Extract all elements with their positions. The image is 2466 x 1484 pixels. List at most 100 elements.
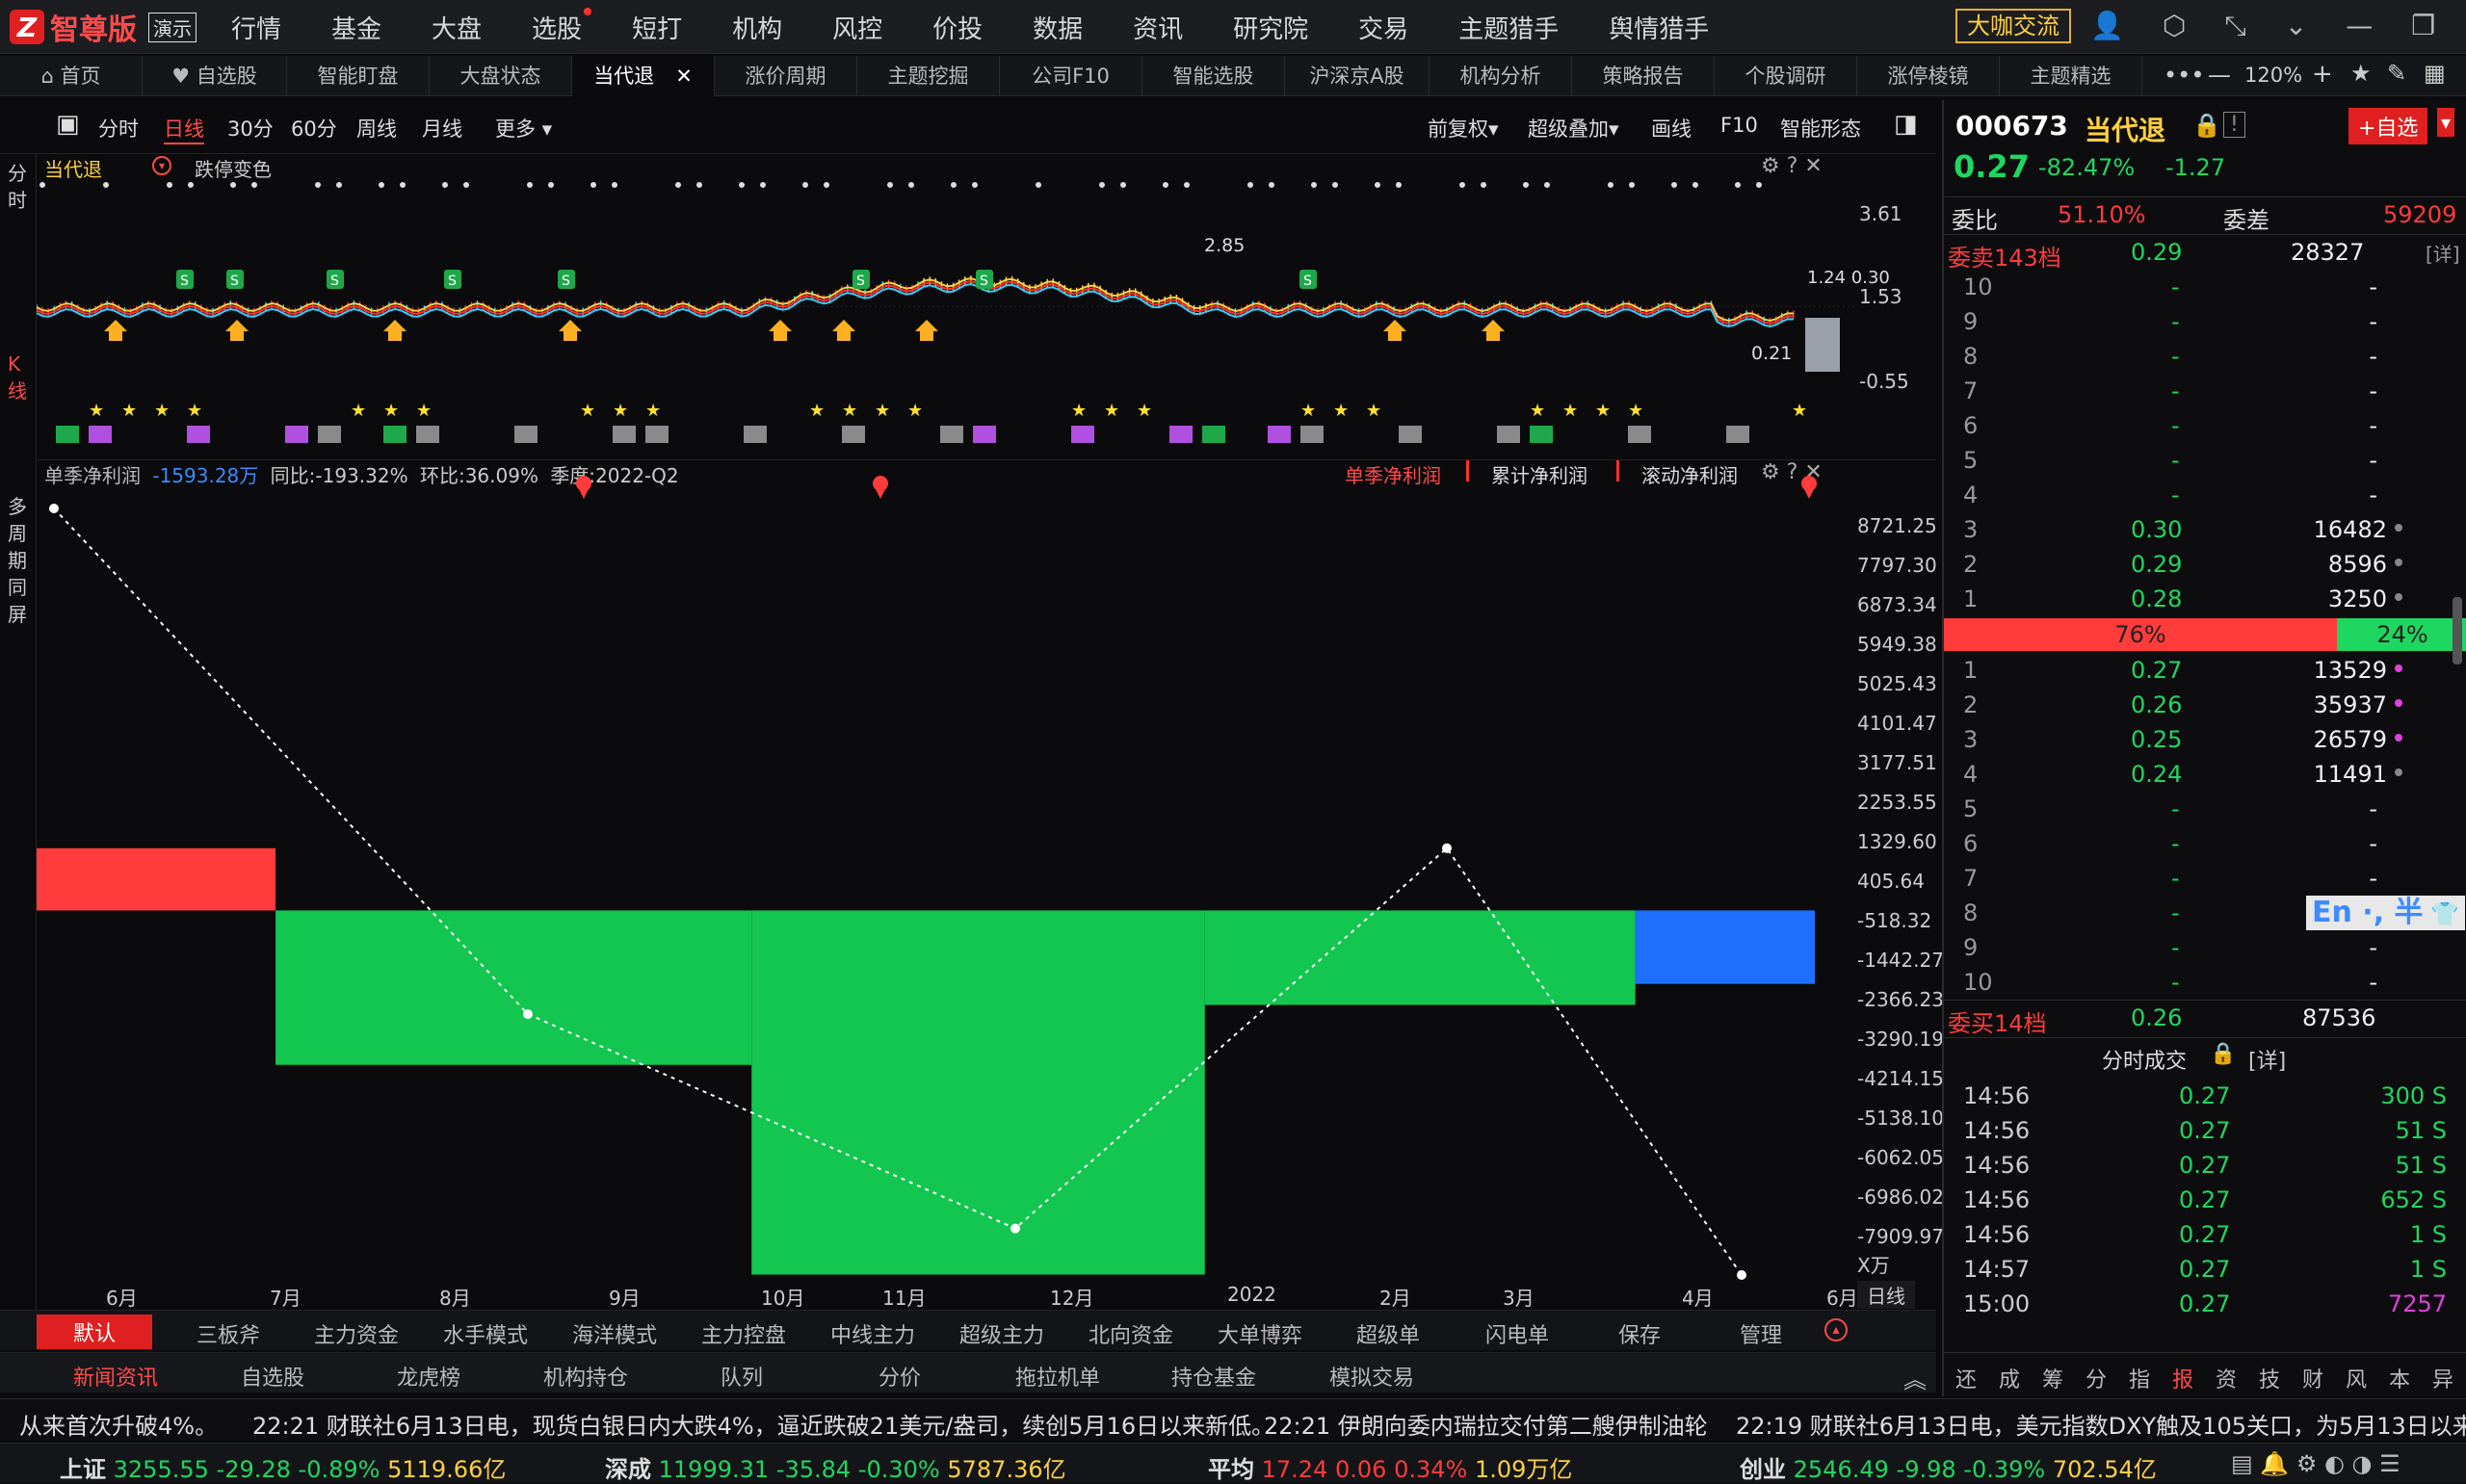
- more-icon[interactable]: •••: [2164, 62, 2204, 89]
- info-tab-news[interactable]: 新闻资讯: [73, 1361, 158, 1392]
- app-logo[interactable]: Z 智尊版 演示: [10, 8, 197, 47]
- draw-button[interactable]: 画线: [1651, 114, 1692, 143]
- menu-item[interactable]: 行情: [231, 10, 281, 45]
- tab[interactable]: 个股调研: [1715, 56, 1857, 96]
- f10-button[interactable]: F10: [1720, 114, 1758, 137]
- indicator-tab[interactable]: 主力资金: [314, 1318, 399, 1349]
- label-fenshi[interactable]: 分时: [8, 160, 29, 214]
- info-tab[interactable]: 队列: [721, 1361, 763, 1392]
- tab-cumulative[interactable]: 累计净利润: [1491, 460, 1587, 488]
- indicator-tab[interactable]: 水手模式: [443, 1318, 528, 1349]
- tab[interactable]: 主题精选: [2000, 56, 2142, 96]
- period-fenshi[interactable]: 分时: [98, 114, 139, 143]
- panel-icon[interactable]: ▣: [56, 110, 80, 139]
- right-tab[interactable]: 技: [2259, 1363, 2280, 1393]
- info-tab[interactable]: 机构持仓: [543, 1361, 628, 1392]
- expand-icon[interactable]: ▴: [1824, 1318, 1848, 1341]
- indicator-tab[interactable]: 管理: [1740, 1318, 1782, 1349]
- period-week[interactable]: 周线: [356, 114, 397, 143]
- sell-header[interactable]: 委卖143档 0.29 28327 [详]: [1944, 235, 2466, 272]
- indicator-tab[interactable]: 超级主力: [959, 1318, 1044, 1349]
- menu-item[interactable]: 基金: [331, 10, 381, 45]
- daka-button[interactable]: 大咖交流: [1955, 9, 2071, 43]
- right-tab[interactable]: 资: [2216, 1363, 2237, 1393]
- right-tab[interactable]: 成: [1999, 1363, 2020, 1393]
- ticker-item[interactable]: 22:21 伊朗向委内瑞拉交付第二艘伊制油轮: [1264, 1407, 1708, 1441]
- menu-item[interactable]: 短打: [632, 10, 682, 45]
- ticker-item[interactable]: 22:19 财联社6月13日电，美元指数DXY触及105关口，为5月13日以来首: [1736, 1407, 2466, 1441]
- lock-icon[interactable]: 🔒: [2192, 112, 2221, 139]
- right-tab[interactable]: 筹: [2042, 1363, 2063, 1393]
- index-shenzhen[interactable]: 深成 11999.31 -35.84 -0.30% 5787.36亿: [605, 1450, 1066, 1484]
- menu-item[interactable]: 风控: [832, 10, 882, 45]
- indicator-tab[interactable]: 保存: [1618, 1318, 1661, 1349]
- period-more[interactable]: 更多 ▾: [495, 114, 552, 143]
- buy-header[interactable]: 委买14档 0.26 87536: [1944, 1000, 2466, 1038]
- add-watchlist-button[interactable]: +自选: [2348, 108, 2428, 144]
- chevron-down-icon[interactable]: ⌄: [2285, 10, 2307, 42]
- info-tab[interactable]: 自选股: [241, 1361, 304, 1392]
- menu-item[interactable]: 机构: [732, 10, 782, 45]
- info-tab[interactable]: 龙虎榜: [397, 1361, 460, 1392]
- label-multi-period[interactable]: 多周期同屏: [8, 493, 29, 628]
- tab[interactable]: 沪深京A股: [1285, 56, 1430, 96]
- menu-item-xuangu[interactable]: 选股: [532, 7, 592, 45]
- status-icons[interactable]: ▤ 🔔 ⚙ ◐ ◑ ☰: [2231, 1450, 2400, 1477]
- period-30[interactable]: 30分: [227, 114, 274, 143]
- menu-item[interactable]: 大盘: [432, 10, 482, 45]
- label-kline[interactable]: K线: [8, 351, 29, 404]
- indicator-tab[interactable]: 中线主力: [830, 1318, 915, 1349]
- tab[interactable]: 策略报告: [1572, 56, 1715, 96]
- right-tab[interactable]: 本: [2389, 1363, 2410, 1393]
- right-tab[interactable]: 风: [2346, 1363, 2367, 1393]
- tab[interactable]: 涨价周期: [715, 56, 857, 96]
- info-tab[interactable]: 模拟交易: [1329, 1361, 1414, 1392]
- restore-icon[interactable]: ❐: [2411, 10, 2435, 42]
- indicator-tab[interactable]: 大单博弈: [1218, 1318, 1302, 1349]
- indicator-tab-default[interactable]: 默认: [37, 1315, 153, 1349]
- settings-icon[interactable]: ⬡: [2163, 10, 2186, 42]
- menu-item[interactable]: 数据: [1033, 10, 1083, 45]
- indicator-tab[interactable]: 北向资金: [1089, 1318, 1173, 1349]
- tab-watchlist[interactable]: ♥ 自选股: [143, 56, 287, 96]
- indicator-tab[interactable]: 主力控盘: [701, 1318, 786, 1349]
- indicator-tab[interactable]: 闪电单: [1485, 1318, 1549, 1349]
- fuquan-dropdown[interactable]: 前复权▾: [1428, 114, 1499, 143]
- trades-detail-link[interactable]: [详]: [2248, 1044, 2286, 1075]
- index-shanghai[interactable]: 上证 3255.55 -29.28 -0.89% 5119.66亿: [60, 1450, 506, 1484]
- info-tab[interactable]: 持仓基金: [1171, 1361, 1256, 1392]
- dropdown-icon[interactable]: ▾: [152, 156, 171, 175]
- right-tab[interactable]: 还: [1955, 1363, 1977, 1393]
- ticker-item[interactable]: 22:21 财联社6月13日电，现货白银日内大跌4%，逼近跌破21美元/盎司，续…: [252, 1407, 1274, 1441]
- right-tab[interactable]: 分: [2086, 1363, 2107, 1393]
- menu-item[interactable]: 舆情猎手: [1609, 10, 1709, 45]
- tab[interactable]: 机构分析: [1430, 56, 1572, 96]
- grid-icon[interactable]: ▦: [2424, 60, 2446, 87]
- tab[interactable]: 智能盯盘: [287, 56, 430, 96]
- tab-rolling[interactable]: 滚动净利润: [1641, 460, 1738, 488]
- menu-item[interactable]: 价投: [932, 10, 983, 45]
- indicator-tab[interactable]: 超级单: [1356, 1318, 1420, 1349]
- index-average[interactable]: 平均 17.24 0.06 0.34% 1.09万亿: [1208, 1450, 1572, 1484]
- menu-item[interactable]: 主题猎手: [1458, 10, 1559, 45]
- info-tab[interactable]: 拖拉机单: [1015, 1361, 1100, 1392]
- period-month[interactable]: 月线: [422, 114, 462, 143]
- zoom-out-icon[interactable]: —: [2208, 62, 2231, 89]
- tab-home[interactable]: ⌂ 首页: [0, 56, 143, 96]
- right-tab[interactable]: 异: [2432, 1363, 2453, 1393]
- menu-item[interactable]: 交易: [1358, 10, 1408, 45]
- pattern-button[interactable]: 智能形态: [1780, 114, 1861, 143]
- tab-single-quarter[interactable]: 单季净利润: [1345, 460, 1441, 488]
- tab[interactable]: 智能选股: [1142, 56, 1285, 96]
- ime-indicator[interactable]: En ·, 半 👕: [2306, 896, 2466, 930]
- menu-item[interactable]: 资讯: [1133, 10, 1183, 45]
- sidebar-toggle-icon[interactable]: ◨: [1894, 110, 1918, 139]
- tab-close-icon[interactable]: ✕: [675, 65, 693, 88]
- tab[interactable]: 大盘状态: [430, 56, 572, 96]
- menu-item[interactable]: 研究院: [1233, 10, 1308, 45]
- tab[interactable]: 涨停棱镜: [1857, 56, 2000, 96]
- tab[interactable]: 主题挖掘: [857, 56, 1000, 96]
- index-chinext[interactable]: 创业 2546.49 -9.98 -0.39% 702.54亿: [1740, 1450, 2157, 1484]
- period-rixian[interactable]: 日线: [164, 114, 204, 144]
- right-tab[interactable]: 指: [2129, 1363, 2150, 1393]
